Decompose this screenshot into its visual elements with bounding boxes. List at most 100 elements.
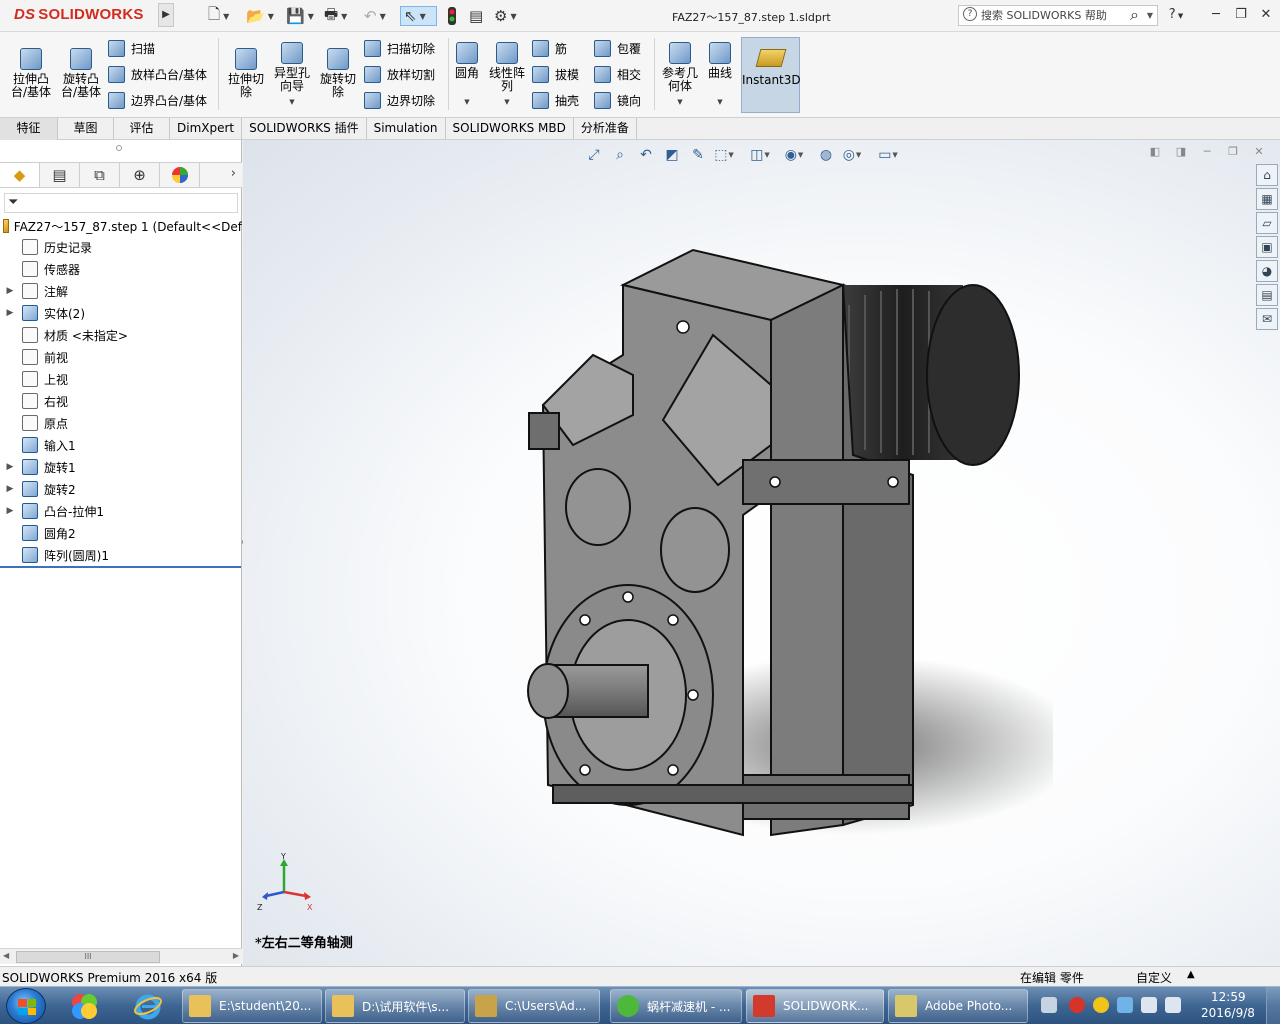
keyboard-icon[interactable]	[1041, 997, 1057, 1013]
tab-analysis-prep[interactable]: 分析准备	[574, 118, 637, 140]
swept-cut-button[interactable]: 扫描切除	[364, 38, 435, 58]
undo-button[interactable]: ↶ ▼	[364, 6, 386, 26]
taskbar-solidworks-window[interactable]: SOLIDWORK...	[746, 989, 884, 1023]
tree-item-revolve1[interactable]: ▶ 旋转1	[0, 456, 242, 478]
network-status-icon[interactable]	[1165, 997, 1181, 1013]
tab-solidworks-mbd[interactable]: SOLIDWORKS MBD	[446, 118, 574, 140]
expand-arrow-icon[interactable]: ▶	[0, 506, 20, 516]
file-explorer-icon[interactable]: ▱	[1256, 212, 1278, 234]
unit-system-selector[interactable]: 自定义	[1136, 969, 1172, 986]
options-button[interactable]: ⚙ ▼	[494, 6, 517, 26]
chevron-down-icon[interactable]: ▼	[452, 96, 482, 109]
zoom-to-area-icon[interactable]: ⌕	[610, 145, 630, 165]
chevron-down-icon[interactable]: ▼	[486, 96, 528, 109]
tab-evaluate[interactable]: 评估	[114, 118, 170, 140]
gear-reducer-model[interactable]	[513, 245, 1053, 865]
zoom-to-fit-icon[interactable]: ⤢	[584, 145, 604, 165]
wrap-button[interactable]: 包覆	[594, 38, 641, 58]
pinned-app-button[interactable]	[62, 990, 106, 1022]
tree-item-boss-extrude1[interactable]: ▶ 凸台-拉伸1	[0, 500, 242, 522]
save-button[interactable]: 💾 ▼	[286, 6, 314, 26]
tree-item-material[interactable]: 材质 <未指定>	[0, 324, 242, 346]
design-library-icon[interactable]: ▦	[1256, 188, 1278, 210]
loft-boss-button[interactable]: 放样凸台/基体	[108, 64, 207, 84]
volume-icon[interactable]	[1141, 997, 1157, 1013]
expand-arrow-icon[interactable]: ▶	[0, 484, 20, 494]
shell-button[interactable]: 抽壳	[532, 90, 579, 110]
tree-item-sensors[interactable]: 传感器	[0, 258, 242, 280]
previous-view-icon[interactable]: ◧	[1142, 140, 1168, 164]
tree-item-annotations[interactable]: ▶ 注解	[0, 280, 242, 302]
help-menu-button[interactable]: ? ▼	[1166, 5, 1186, 25]
dynamic-annotation-icon[interactable]: ✎	[688, 145, 708, 165]
clock-date[interactable]: 2016/9/8	[1201, 1006, 1255, 1020]
taskbar-explorer-window-2[interactable]: D:\试用软件\s...	[325, 989, 465, 1023]
curves-button[interactable]: 曲线 ▼	[704, 42, 736, 109]
view-orientation-icon[interactable]: ⬚ ▼	[714, 145, 734, 165]
solidworks-resources-home-icon[interactable]: ⌂	[1256, 164, 1278, 186]
tree-item-circular-pattern1[interactable]: 阵列(圆周)1	[0, 544, 242, 566]
previous-view-icon[interactable]: ↶	[636, 145, 656, 165]
chevron-down-icon[interactable]: ▼	[704, 96, 736, 109]
search-icon[interactable]: ⌕	[1130, 5, 1139, 24]
chevron-down-icon[interactable]: ▼	[1147, 6, 1153, 25]
hole-wizard-button[interactable]: 异型孔 向导 ▼	[270, 42, 314, 109]
scrollbar-thumb[interactable]: III	[16, 951, 160, 963]
dimxpert-manager-tab[interactable]: ⊕	[120, 163, 160, 187]
chevron-up-icon[interactable]: ▲	[1187, 969, 1195, 980]
configuration-manager-tab[interactable]: ⧉	[80, 163, 120, 187]
tree-item-origin[interactable]: 原点	[0, 412, 242, 434]
lofted-cut-button[interactable]: 放样切割	[364, 64, 435, 84]
more-tabs-chevron-icon[interactable]: ›	[231, 166, 236, 181]
internet-explorer-button[interactable]	[126, 990, 170, 1022]
tree-item-import1[interactable]: 输入1	[0, 434, 242, 456]
rebuild-button[interactable]	[446, 6, 458, 26]
apply-scene-icon[interactable]: ◎ ▼	[842, 145, 862, 165]
graphics-viewport[interactable]: ◧ ◨ ─ ❐ ✕ ⤢ ⌕ ↶ ◩ ✎ ⬚ ▼ ◫ ▼ ◉ ▼ ◍ ◎ ▼ ▭ ▼ ⌂ ▦…	[243, 140, 1280, 966]
tree-item-history[interactable]: 历史记录	[0, 236, 242, 258]
print-button[interactable]: 🖶 ▼	[324, 5, 347, 26]
tab-dimxpert[interactable]: DimXpert	[170, 118, 243, 140]
part-root-node[interactable]: FAZ27～157_87.step 1 (Default<<Def	[3, 216, 242, 236]
hide-show-items-icon[interactable]: ◉ ▼	[784, 145, 804, 165]
tree-item-right-plane[interactable]: 右视	[0, 390, 242, 412]
rollback-bar[interactable]	[0, 566, 241, 568]
feature-filter-input[interactable]: ⏷	[4, 193, 238, 213]
expand-arrow-icon[interactable]: ▶	[0, 462, 20, 472]
extrude-cut-button[interactable]: 拉伸切 除	[224, 48, 268, 99]
select-button[interactable]: ⇖ ▼	[400, 6, 437, 26]
fillet-button[interactable]: 圆角 ▼	[452, 42, 482, 109]
viewport-close-icon[interactable]: ✕	[1246, 140, 1272, 164]
taskbar-browser-window[interactable]: 蜗杆减速机 - ...	[610, 989, 742, 1023]
tab-sketch[interactable]: 草图	[58, 118, 114, 140]
revolve-cut-button[interactable]: 旋转切 除	[316, 48, 360, 99]
extrude-boss-button[interactable]: 拉伸凸 台/基体	[8, 48, 54, 99]
sweep-button[interactable]: 扫描	[108, 38, 155, 58]
chevron-down-icon[interactable]: ▼	[270, 96, 314, 109]
expand-arrow-icon[interactable]: ▶	[0, 308, 20, 318]
boundary-cut-button[interactable]: 边界切除	[364, 90, 435, 110]
horizontal-scrollbar[interactable]: ◀ III ▶	[0, 948, 242, 964]
intersect-button[interactable]: 相交	[594, 64, 641, 84]
tree-item-front-plane[interactable]: 前视	[0, 346, 242, 368]
tab-features[interactable]: 特征	[0, 118, 58, 140]
taskbar-explorer-window-1[interactable]: E:\student\20...	[182, 989, 322, 1023]
rib-button[interactable]: 筋	[532, 38, 567, 58]
revolve-boss-button[interactable]: 旋转凸 台/基体	[58, 48, 104, 99]
show-desktop-button[interactable]	[1266, 987, 1280, 1024]
next-view-icon[interactable]: ◨	[1168, 140, 1194, 164]
tab-solidworks-addins[interactable]: SOLIDWORKS 插件	[242, 118, 367, 140]
tree-item-top-plane[interactable]: 上视	[0, 368, 242, 390]
chevron-down-icon[interactable]: ▼	[658, 96, 702, 109]
tree-item-revolve2[interactable]: ▶ 旋转2	[0, 478, 242, 500]
view-settings-icon[interactable]: ▭ ▼	[878, 145, 898, 165]
viewport-restore-icon[interactable]: ❐	[1220, 140, 1246, 164]
security-plus-icon[interactable]	[1093, 997, 1109, 1013]
minimize-button[interactable]: ─	[1205, 5, 1227, 25]
open-button[interactable]: 📂 ▼	[246, 6, 274, 26]
scroll-right-icon[interactable]: ▶	[233, 951, 239, 960]
antivirus-icon[interactable]	[1069, 997, 1085, 1013]
section-view-icon[interactable]: ◩	[662, 145, 682, 165]
feature-manager-tab[interactable]: ◆	[0, 163, 40, 187]
expand-arrow-icon[interactable]: ▶	[0, 286, 20, 296]
